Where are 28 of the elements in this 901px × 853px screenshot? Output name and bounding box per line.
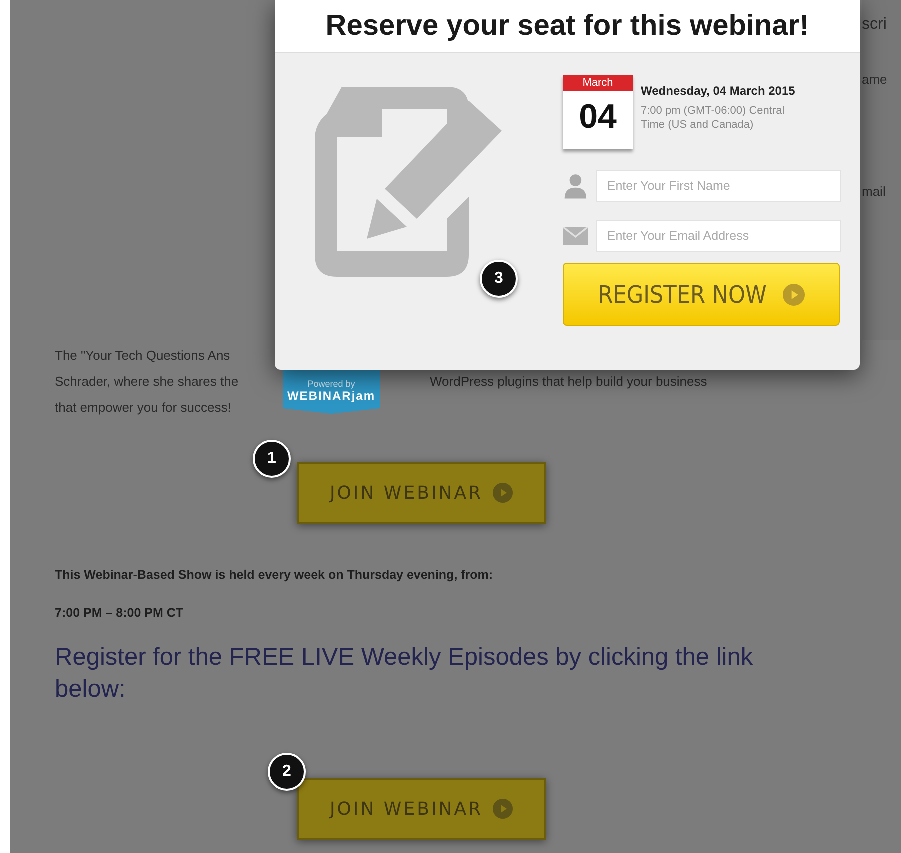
sidebar-text: mail: [862, 184, 886, 199]
sidebar-text: scri: [862, 16, 887, 34]
text-input[interactable]: Enter Your Email Address: [596, 220, 841, 252]
paragraph-text: The "Your Tech Questions Ans: [55, 348, 232, 362]
paragraph-text: that empower you for success!: [55, 400, 232, 414]
paragraph-text: WordPress plugins that help build your business: [430, 374, 708, 388]
step-marker: 2: [268, 753, 306, 791]
join-webinar-button[interactable]: JOIN WEBINAR: [297, 462, 546, 524]
register-now-button[interactable]: REGISTER NOW: [563, 263, 840, 326]
join-webinar-button[interactable]: JOIN WEBINAR: [297, 778, 546, 840]
date-text: Wednesday, 04 March 2015: [641, 83, 796, 100]
popup-title: Reserve your seat for this webinar!: [326, 10, 810, 42]
text-input[interactable]: Enter Your First Name: [596, 170, 841, 202]
register-heading: Register for the FREE LIVE Weekly Episodes by clicking the link below:: [55, 643, 754, 705]
sidebar-text: ame: [862, 72, 888, 87]
play-icon: [782, 284, 805, 306]
play-icon: [493, 483, 514, 503]
person-icon: [563, 172, 588, 200]
envelope-icon: [563, 227, 588, 245]
calendar-icon: March 04: [563, 75, 633, 149]
powered-by-badge: Powered by WEBINARjam: [283, 368, 380, 414]
step-marker: 3: [480, 260, 518, 298]
play-icon: [493, 799, 514, 819]
paragraph-text: Schrader, where she shares the: [55, 374, 239, 388]
schedule-text: This Webinar-Based Show is held every week on Thursday evening, from:: [55, 568, 494, 582]
step-marker: 1: [253, 440, 291, 478]
hours-text: 7:00 PM – 8:00 PM CT: [55, 606, 185, 620]
time-text: 7:00 pm (GMT-06:00) Central Time (US and Canada): [641, 104, 786, 132]
